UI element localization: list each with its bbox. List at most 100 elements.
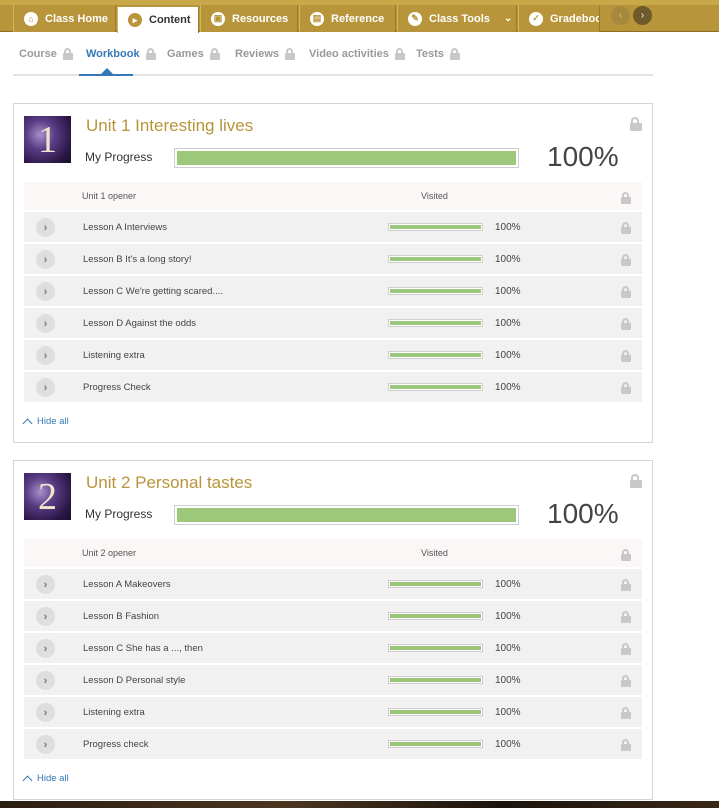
lock-icon [621,675,631,687]
subtab-workbook[interactable]: Workbook [86,48,156,60]
lesson-progress-bar [388,383,483,391]
lesson-label[interactable]: Listening extra [83,707,145,718]
expand-icon[interactable]: › [36,314,55,333]
expand-icon[interactable]: › [36,378,55,397]
visited-label: Visited [421,548,448,558]
lesson-row[interactable]: › Lesson A Makeovers 100% [24,569,642,599]
expand-icon[interactable]: › [36,250,55,269]
row-lock[interactable] [615,674,631,692]
lesson-progress-bar [388,351,483,359]
lesson-percent: 100% [495,286,521,297]
lesson-row[interactable]: › Lesson D Against the odds 100% [24,308,642,338]
lesson-row[interactable]: › Lesson B It's a long story! 100% [24,244,642,274]
tab-class-home[interactable]: ⌂ Class Home [13,5,116,32]
bottom-background-strip [0,801,719,808]
lock-icon [621,286,631,298]
subtab-course[interactable]: Course [19,48,73,60]
row-lock[interactable] [615,738,631,756]
lesson-label[interactable]: Lesson D Personal style [83,675,185,686]
opener-label[interactable]: Unit 1 opener [82,191,136,201]
row-lock[interactable] [615,706,631,724]
scroll-left-button[interactable]: ‹ [611,6,630,25]
chevron-down-icon: ⌄ [503,13,513,24]
row-lock[interactable] [615,191,631,209]
expand-icon[interactable]: › [36,735,55,754]
row-lock[interactable] [615,578,631,596]
lesson-row[interactable]: › Lesson D Personal style 100% [24,665,642,695]
row-lock[interactable] [615,221,631,239]
expand-icon[interactable]: › [36,346,55,365]
lock-icon [145,48,156,60]
sub-tabs: Course Workbook Games Reviews Video acti… [13,40,653,76]
top-nav: ⌂ Class Home ▸ Content ▣ Resources ▤ Ref… [0,0,719,33]
unit-title[interactable]: Unit 2 Personal tastes [86,473,252,493]
tab-content[interactable]: ▸ Content [117,5,199,33]
lock-icon [285,48,296,60]
gradebook-icon: ✓ [529,11,543,26]
unit-thumbnail: 2 [24,473,71,520]
scroll-right-button[interactable]: › [633,6,652,25]
lesson-row[interactable]: › Lesson A Interviews 100% [24,212,642,242]
expand-icon[interactable]: › [36,703,55,722]
row-lock[interactable] [615,285,631,303]
lesson-label[interactable]: Lesson D Against the odds [83,318,196,329]
my-progress-label: My Progress [85,507,153,521]
lesson-percent: 100% [495,643,521,654]
lesson-label[interactable]: Lesson A Interviews [83,222,167,233]
tab-resources[interactable]: ▣ Resources [200,5,298,32]
visited-label: Visited [421,191,448,201]
opener-label[interactable]: Unit 2 opener [82,548,136,558]
row-lock[interactable] [615,610,631,628]
lesson-label[interactable]: Progress check [83,739,148,750]
expand-icon[interactable]: › [36,671,55,690]
row-lock[interactable] [615,349,631,367]
subtab-reviews[interactable]: Reviews [235,48,296,60]
row-lock[interactable] [615,253,631,271]
hide-all-link[interactable]: Hide all [22,773,69,785]
lesson-label[interactable]: Lesson C We're getting scared.... [83,286,223,297]
lesson-percent: 100% [495,579,521,590]
hide-all-label: Hide all [37,416,69,427]
table-header: Unit 1 opener Visited [24,182,642,210]
unit-lock[interactable] [624,474,642,493]
lesson-label[interactable]: Lesson B Fashion [83,611,159,622]
expand-icon[interactable]: › [36,218,55,237]
row-lock[interactable] [615,642,631,660]
lesson-row[interactable]: › Lesson C She has a ..., then 100% [24,633,642,663]
lesson-label[interactable]: Lesson C She has a ..., then [83,643,203,654]
lesson-label[interactable]: Lesson A Makeovers [83,579,171,590]
lesson-row[interactable]: › Lesson C We're getting scared.... 100% [24,276,642,306]
tab-gradebook[interactable]: ✓ Gradeboo [518,5,600,32]
subtab-video-activities[interactable]: Video activities [309,48,405,60]
lesson-label[interactable]: Lesson B It's a long story! [83,254,191,265]
lesson-percent: 100% [495,222,521,233]
expand-icon[interactable]: › [36,607,55,626]
tab-reference[interactable]: ▤ Reference [299,5,396,32]
lesson-progress-fill [390,385,481,389]
row-lock[interactable] [615,317,631,335]
expand-icon[interactable]: › [36,575,55,594]
lesson-row[interactable]: › Lesson B Fashion 100% [24,601,642,631]
row-lock[interactable] [615,548,631,566]
lesson-progress-bar [388,287,483,295]
lesson-row[interactable]: › Progress Check 100% [24,372,642,402]
subtab-tests[interactable]: Tests [416,48,460,60]
tab-class-tools[interactable]: ✎ Class Tools ⌄ [397,5,517,32]
expand-icon[interactable]: › [36,639,55,658]
lesson-label[interactable]: Progress Check [83,382,151,393]
lesson-row[interactable]: › Progress check 100% [24,729,642,759]
lesson-progress-bar [388,319,483,327]
row-lock[interactable] [615,381,631,399]
unit-title[interactable]: Unit 1 Interesting lives [86,116,253,136]
lesson-label[interactable]: Listening extra [83,350,145,361]
lesson-row[interactable]: › Listening extra 100% [24,340,642,370]
unit-lock[interactable] [624,117,642,136]
hide-all-link[interactable]: Hide all [22,416,69,428]
tools-icon: ✎ [408,11,422,26]
lock-icon [621,318,631,330]
subtab-games[interactable]: Games [167,48,220,60]
lesson-row[interactable]: › Listening extra 100% [24,697,642,727]
content-icon: ▸ [128,13,142,27]
expand-icon[interactable]: › [36,282,55,301]
lesson-progress-fill [390,257,481,261]
